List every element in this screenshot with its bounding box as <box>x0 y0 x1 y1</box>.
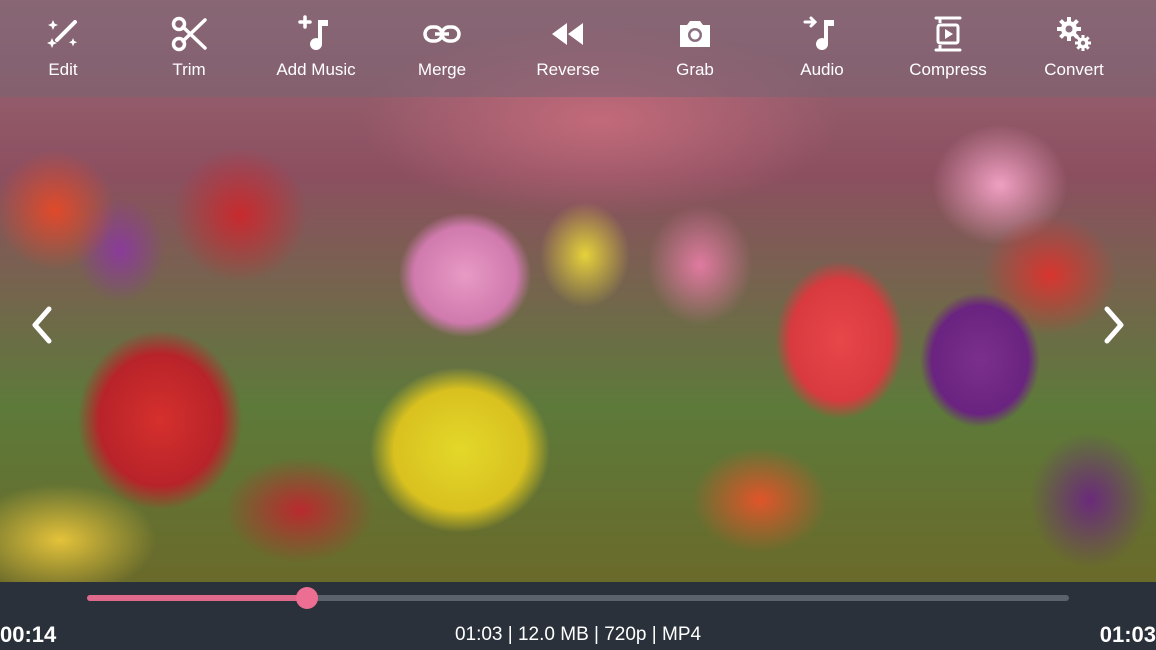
seek-progress <box>87 595 307 601</box>
total-time: 01:03 <box>1099 622 1156 647</box>
convert-button[interactable]: Convert <box>1019 14 1129 86</box>
previous-button[interactable] <box>20 300 64 350</box>
add-music-label: Add Music <box>276 60 356 79</box>
edit-button[interactable]: Edit <box>8 14 118 86</box>
merge-label: Merge <box>417 60 467 79</box>
grab-button[interactable]: Grab <box>640 14 750 86</box>
convert-label: Convert <box>1044 60 1104 79</box>
magic-wand-icon <box>47 20 78 48</box>
camera-icon <box>680 21 710 47</box>
merge-button[interactable]: Merge <box>387 14 497 86</box>
audio-label: Audio <box>800 60 844 79</box>
grab-label: Grab <box>676 60 714 79</box>
scissors-icon <box>171 16 207 52</box>
seek-bar[interactable] <box>87 587 1069 609</box>
add-music-icon <box>298 15 328 51</box>
add-music-button[interactable]: Add Music <box>261 14 371 86</box>
link-icon <box>423 25 461 43</box>
playback-bar: 00:14 01:03 | 12.0 MB | 720p | MP4 01:03 <box>0 582 1156 650</box>
trim-button[interactable]: Trim <box>134 14 244 86</box>
audio-icon <box>803 16 834 51</box>
rewind-icon <box>552 23 583 45</box>
compress-video-icon <box>934 16 962 52</box>
trim-label: Trim <box>172 60 206 79</box>
chevron-left-icon <box>32 306 52 344</box>
audio-button[interactable]: Audio <box>767 14 877 86</box>
compress-label: Compress <box>909 60 987 79</box>
seek-thumb[interactable] <box>295 587 318 609</box>
reverse-label: Reverse <box>536 60 600 79</box>
chevron-right-icon <box>1104 306 1124 344</box>
reverse-button[interactable]: Reverse <box>513 14 623 86</box>
toolbar: Edit Trim Add Music Merge Reverse Grab A… <box>0 0 1156 97</box>
next-button[interactable] <box>1092 300 1136 350</box>
compress-button[interactable]: Compress <box>893 14 1003 86</box>
edit-label: Edit <box>48 60 78 79</box>
gears-icon <box>1057 17 1091 51</box>
video-info: 01:03 | 12.0 MB | 720p | MP4 <box>454 624 702 645</box>
